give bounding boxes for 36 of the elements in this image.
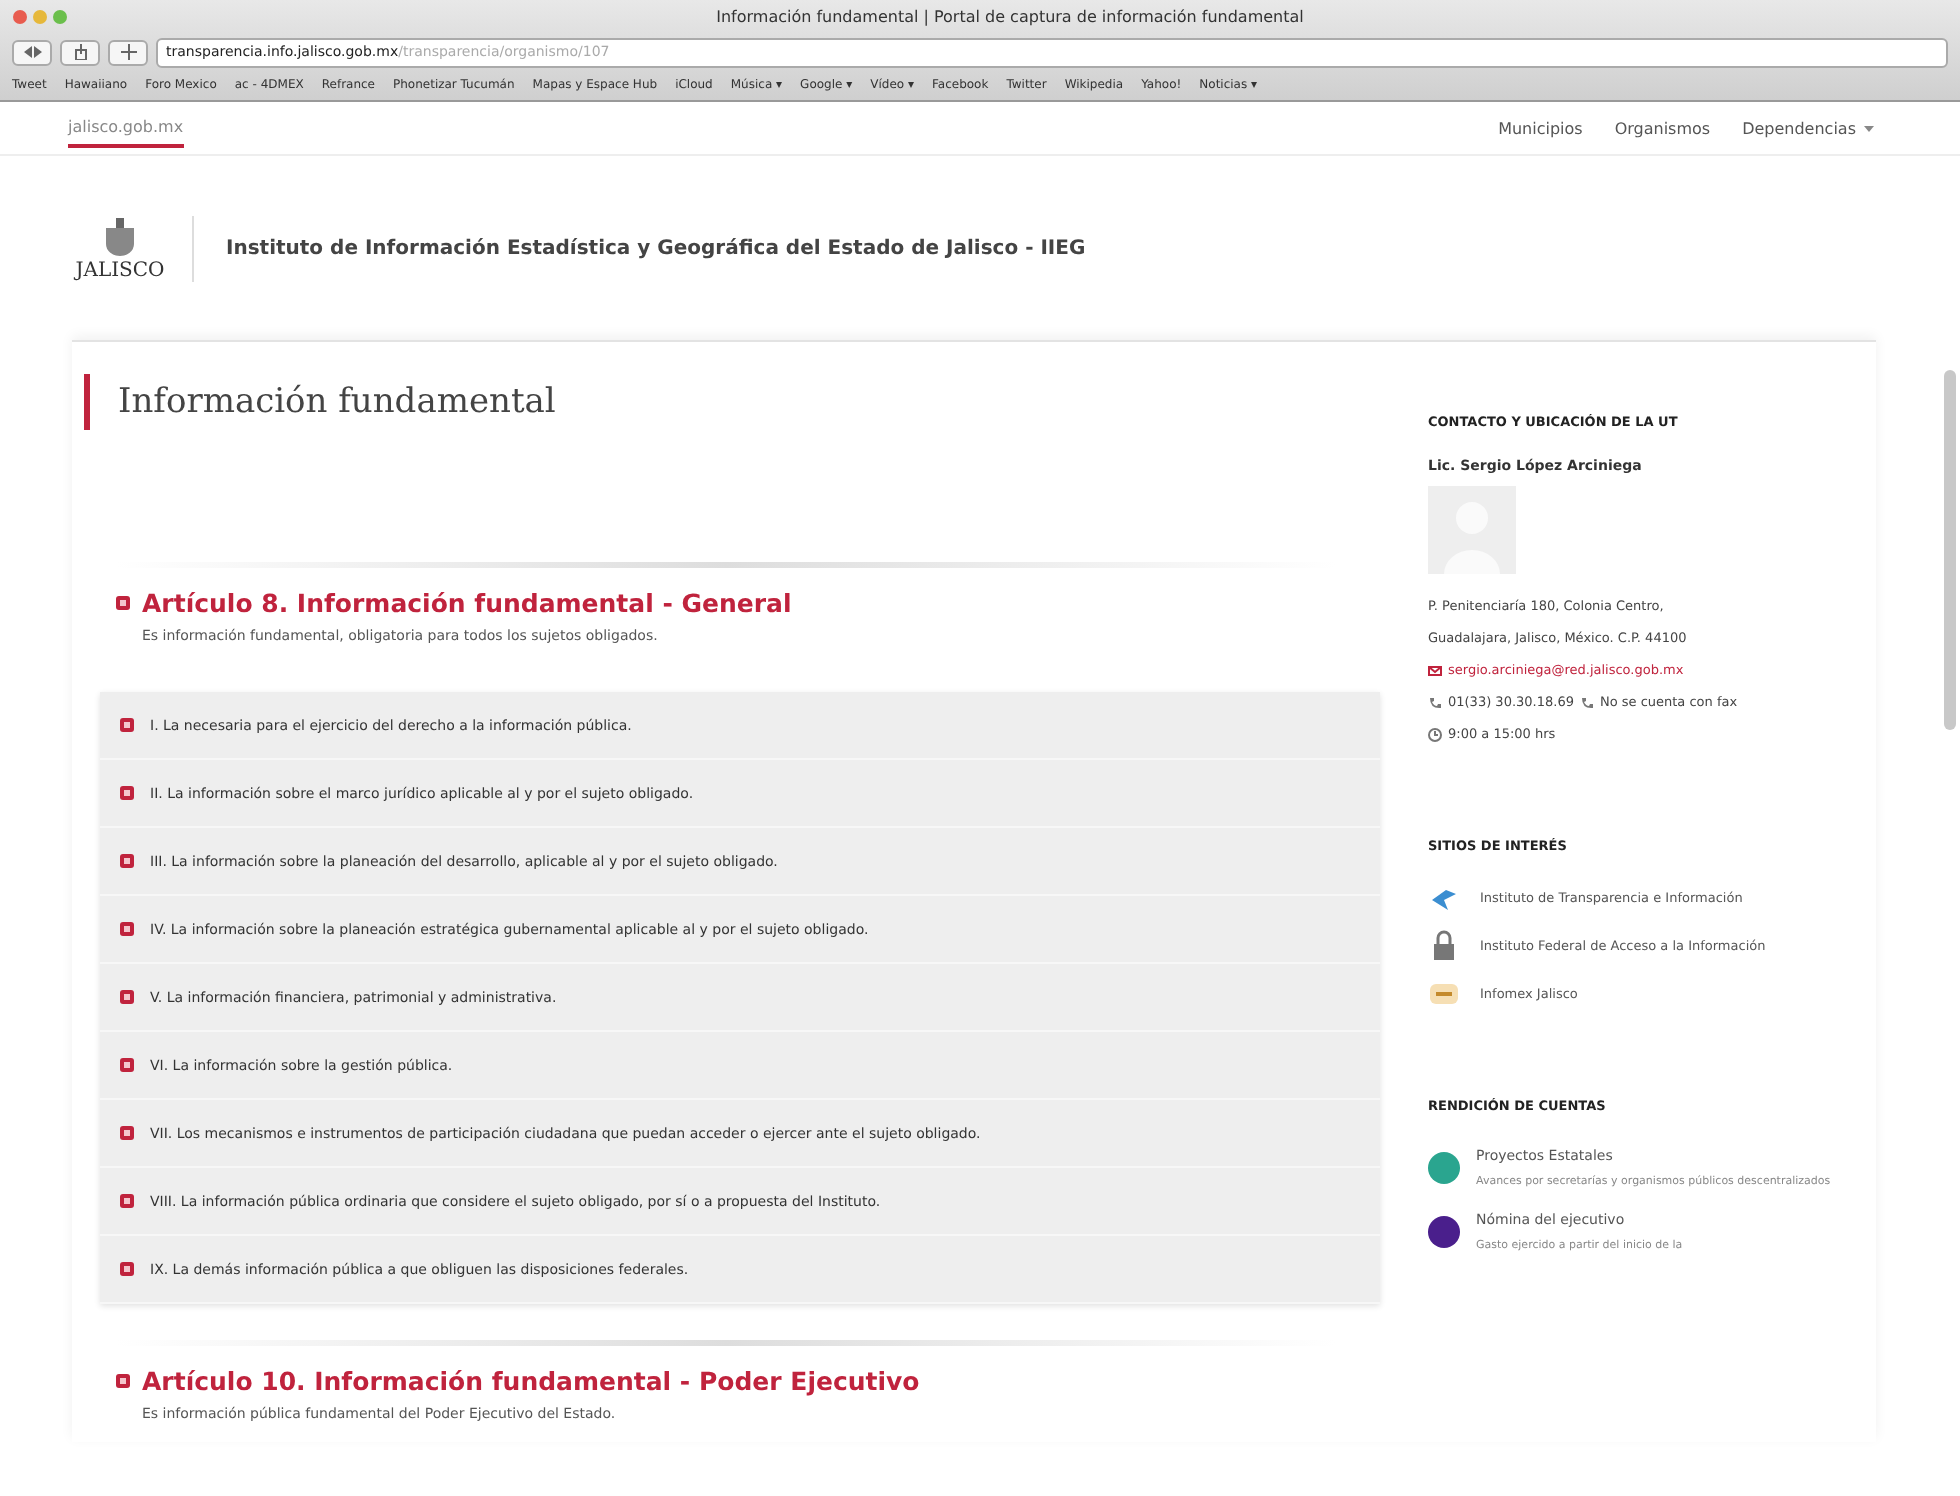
phone-icon	[1579, 695, 1594, 709]
nav-link[interactable]: Municipios	[1498, 119, 1583, 137]
bullet-icon	[120, 1126, 134, 1140]
bullet-icon	[120, 922, 134, 936]
bullet-icon	[120, 786, 134, 800]
institute-title: Instituto de Información Estadística y Geográfica del Estado de Jalisco - IIEG	[226, 237, 1086, 259]
plus-icon	[119, 44, 137, 60]
bullet-icon	[120, 718, 134, 732]
folder-icon	[1428, 978, 1460, 1010]
bullet-icon	[120, 854, 134, 868]
bullet-icon	[116, 1374, 130, 1388]
bullet-icon	[120, 1058, 134, 1072]
phone-icon	[1428, 695, 1442, 709]
window-title: Información fundamental | Portal de captura de información fundamental	[714, 8, 1306, 26]
share-icon	[71, 44, 89, 60]
article-title[interactable]: Artículo 8. Información fundamental - General	[116, 588, 1380, 618]
share-button[interactable]	[60, 39, 100, 65]
page-title: Información fundamental	[84, 374, 1380, 430]
new-tab-button[interactable]	[108, 39, 148, 65]
bullet-icon	[120, 1194, 134, 1208]
bullet-icon	[120, 990, 134, 1004]
arrows-icon	[23, 44, 41, 60]
window-controls-icon[interactable]	[12, 8, 72, 26]
bullet-icon	[120, 1262, 134, 1276]
logo: JALISCO	[68, 215, 194, 281]
site-link[interactable]: jalisco.gob.mx	[68, 109, 184, 147]
back-forward-button[interactable]	[12, 39, 52, 65]
nav-link[interactable]: Organismos	[1614, 119, 1711, 137]
article-title[interactable]: Artículo 10. Información fundamental - Poder Ejecutivo	[116, 1366, 1380, 1396]
scrollbar[interactable]	[1944, 370, 1956, 730]
envelope-icon	[1428, 663, 1442, 677]
clock-icon	[1428, 727, 1442, 741]
padlock-icon	[1428, 930, 1460, 962]
bullet-icon	[116, 596, 130, 610]
nav-link[interactable]: Dependencias	[1742, 119, 1876, 137]
caret-icon	[1862, 121, 1876, 135]
